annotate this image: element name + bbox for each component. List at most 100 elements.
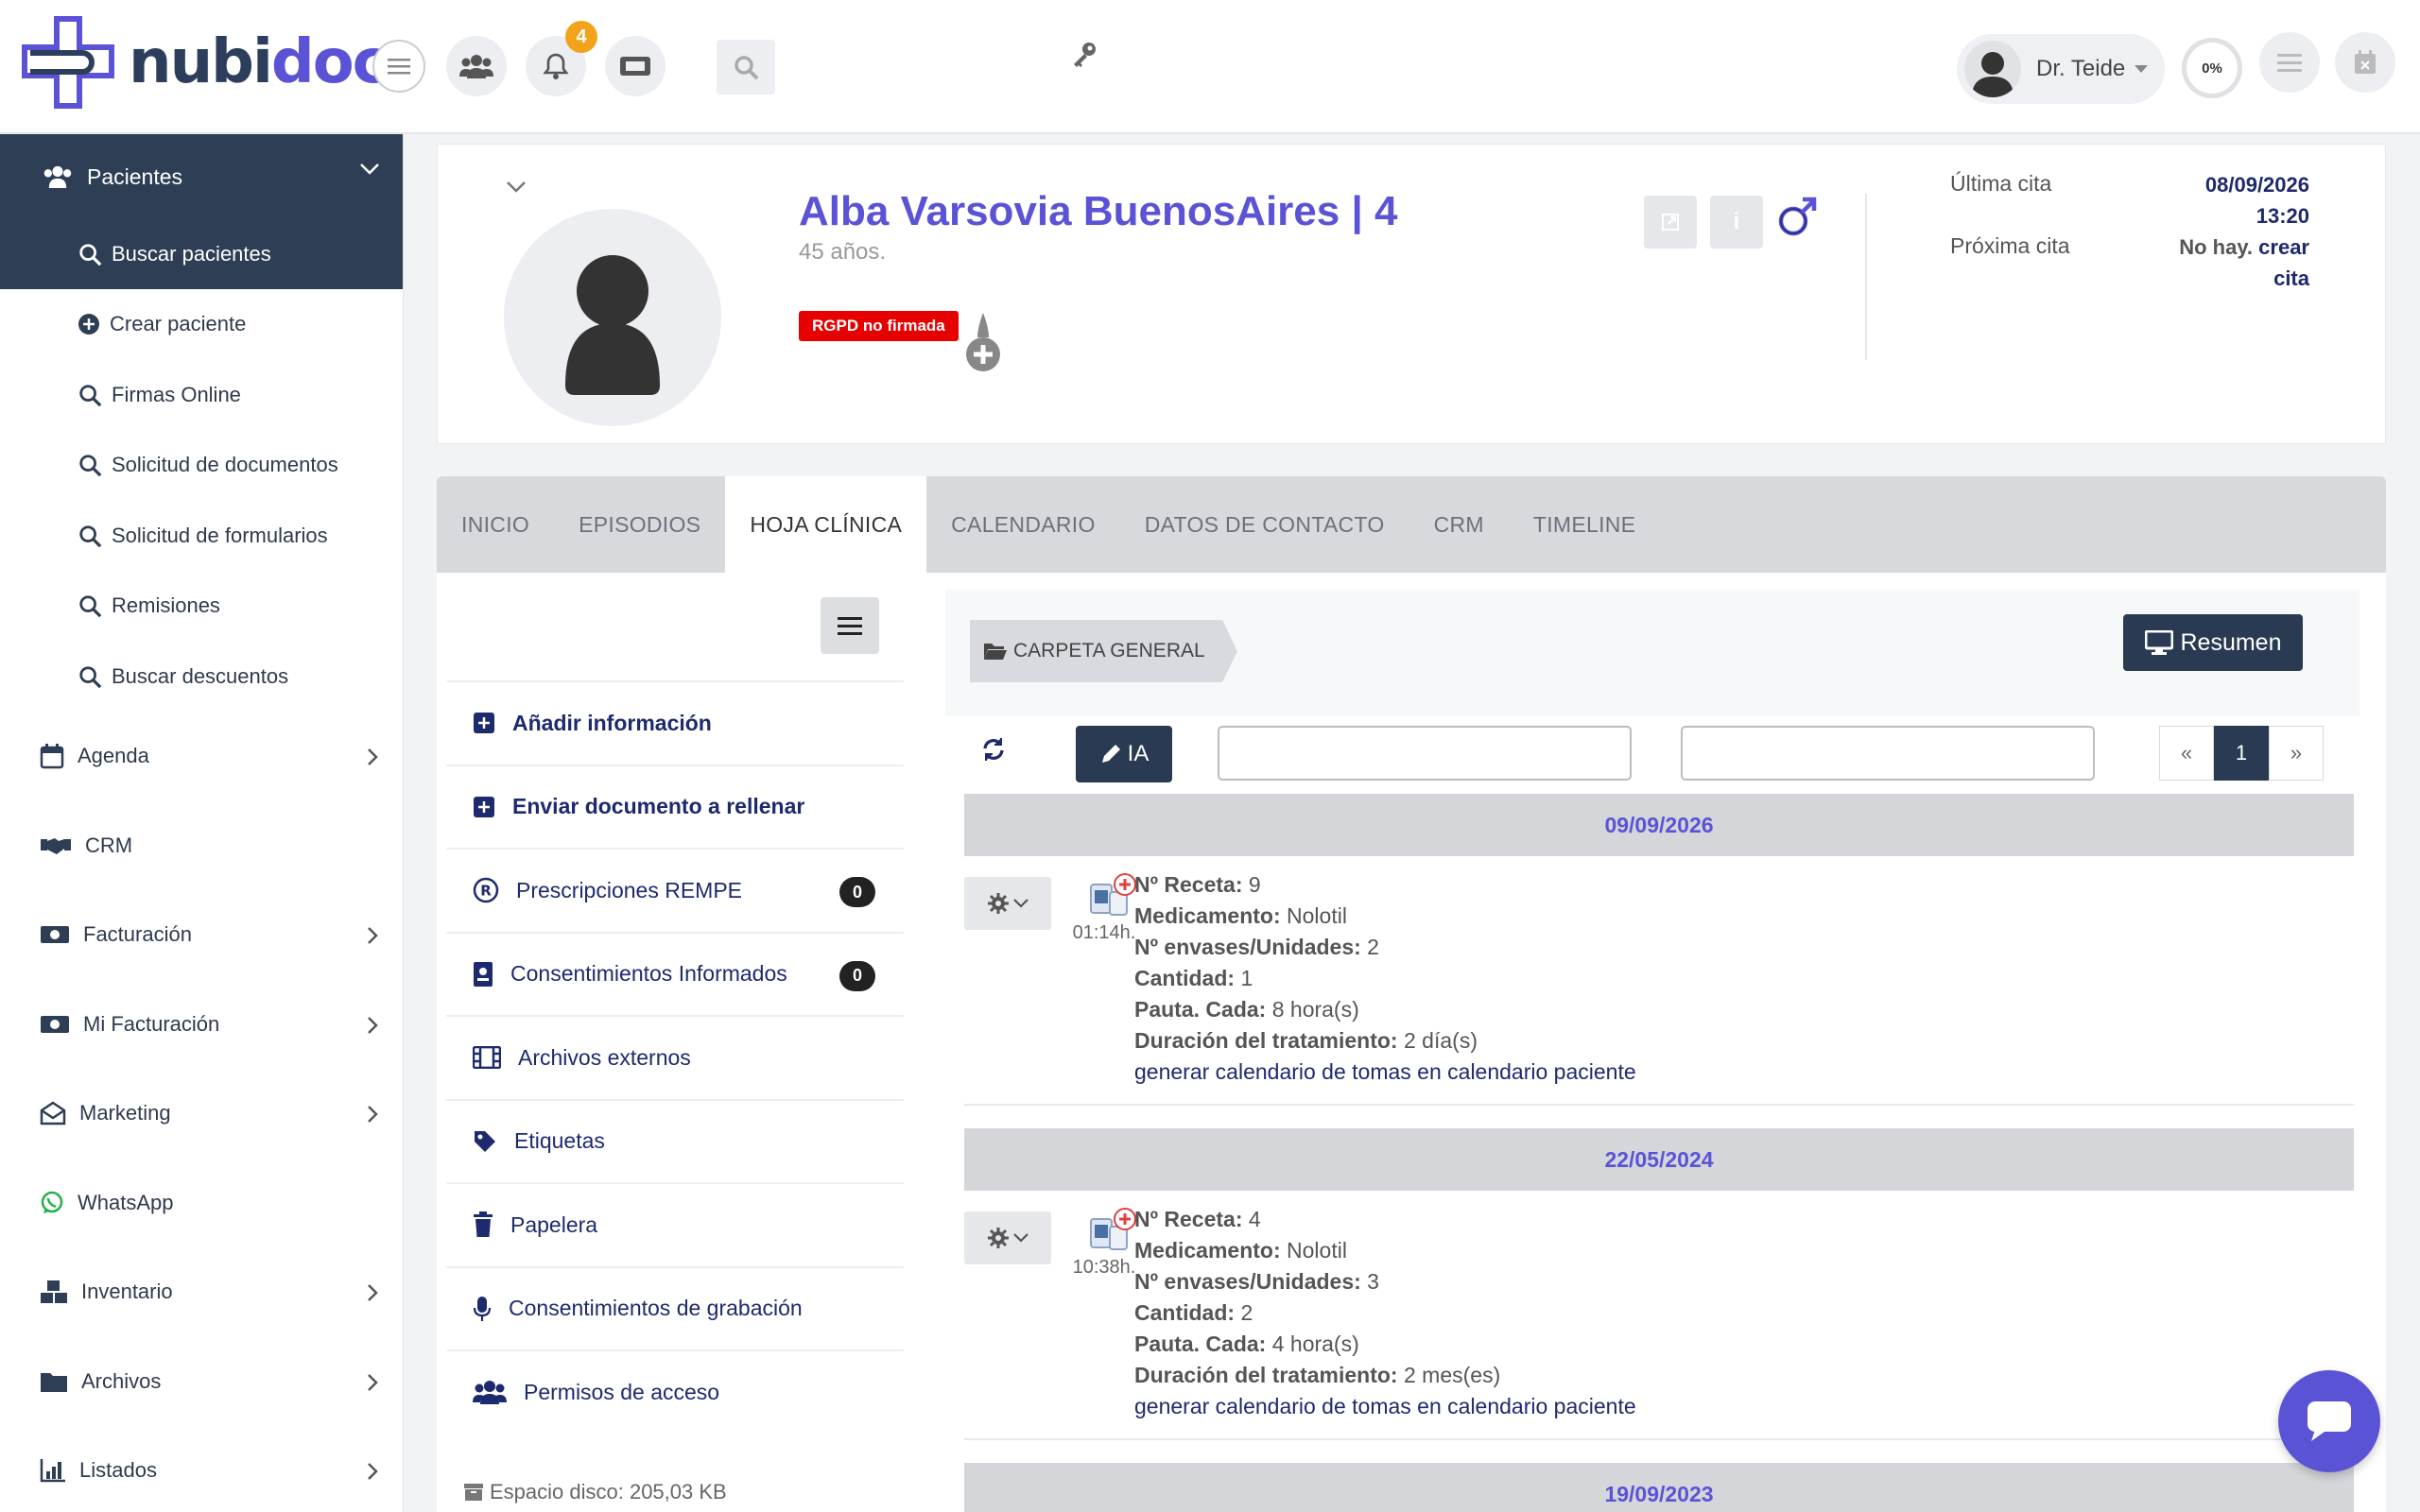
- sidebar-item-facturacion[interactable]: Facturación: [0, 890, 403, 980]
- handshake-icon: [41, 837, 71, 854]
- sidebar-item-solicitud-documentos[interactable]: Solicitud de documentos: [0, 430, 403, 501]
- menu-button[interactable]: [821, 597, 879, 654]
- chevron-down-icon: [1013, 1233, 1028, 1243]
- breadcrumb[interactable]: CARPETA GENERAL: [970, 620, 1237, 682]
- archive-icon: [464, 1484, 483, 1501]
- sidebar-item-whatsapp[interactable]: WhatsApp: [0, 1159, 403, 1248]
- chevron-down-icon[interactable]: [506, 180, 527, 194]
- tickets-button[interactable]: [605, 36, 666, 96]
- generate-calendar-link[interactable]: generar calendario de tomas en calendari…: [1134, 1057, 1636, 1088]
- sidebar-item-solicitud-formularios[interactable]: Solicitud de formularios: [0, 501, 403, 572]
- sidebar-item-agenda[interactable]: Agenda: [0, 712, 403, 801]
- tags-item[interactable]: Etiquetas: [446, 1098, 904, 1183]
- key-icon[interactable]: [1070, 40, 1098, 73]
- chevron-right-icon: [368, 1284, 378, 1301]
- desktop-icon: [2144, 630, 2173, 655]
- ia-button-label: IA: [1127, 741, 1150, 766]
- chevron-down-icon: [2135, 65, 2149, 73]
- user-menu[interactable]: Dr. Teide: [1957, 34, 2165, 104]
- logo[interactable]: nubidoc: [21, 15, 389, 110]
- pager-next[interactable]: »: [2269, 726, 2324, 781]
- ia-button[interactable]: IA: [1076, 726, 1172, 782]
- rgpd-badge[interactable]: RGPD no firmada: [799, 311, 959, 341]
- calendar-button[interactable]: [2335, 32, 2395, 93]
- add-information-item[interactable]: Añadir información: [446, 680, 904, 765]
- sidebar-item-buscar-pacientes[interactable]: Buscar pacientes: [0, 219, 403, 289]
- progress-indicator[interactable]: 0%: [2182, 38, 2242, 98]
- tab-episodios[interactable]: EPISODIOS: [554, 476, 725, 573]
- filter-input-1[interactable]: [1218, 726, 1632, 781]
- search-button[interactable]: [717, 40, 775, 94]
- menu-item-label: Enviar documento a rellenar: [512, 794, 805, 819]
- prescriptions-item[interactable]: R Prescripciones REMPE 0: [446, 848, 904, 932]
- pager-current[interactable]: 1: [2214, 726, 2269, 781]
- search-icon: [79, 595, 102, 618]
- search-icon: [79, 385, 102, 407]
- sidebar-item-remisiones[interactable]: Remisiones: [0, 571, 403, 642]
- sidebar-item-label: Buscar pacientes: [112, 242, 271, 266]
- chat-button[interactable]: [2278, 1370, 2380, 1472]
- plus-circle-icon: [78, 314, 99, 335]
- sidebar-item-archivos[interactable]: Archivos: [0, 1337, 403, 1427]
- info-button[interactable]: i: [1710, 196, 1763, 249]
- sidebar-item-pacientes[interactable]: Pacientes: [0, 134, 403, 219]
- sidebar-item-crm[interactable]: CRM: [0, 801, 403, 891]
- blood-drop-icon[interactable]: [963, 311, 1003, 378]
- external-link-icon: [1662, 214, 1679, 231]
- entry-time: 10:38h.: [1072, 1257, 1136, 1278]
- gear-icon: [988, 1228, 1009, 1248]
- informed-consents-item[interactable]: Consentimientos Informados 0: [446, 931, 904, 1016]
- field-label: Nº envases/Unidades:: [1134, 935, 1361, 959]
- list-button[interactable]: [2259, 32, 2320, 93]
- create-appointment-link-2[interactable]: cita: [2179, 263, 2309, 294]
- sidebar-item-mi-facturacion[interactable]: Mi Facturación: [0, 980, 403, 1070]
- list-icon: [2277, 54, 2302, 72]
- sidebar-item-crear-paciente[interactable]: Crear paciente: [0, 289, 403, 360]
- prescription-details: Nº Receta: 4 Medicamento: Nolotil Nº env…: [1134, 1204, 1636, 1422]
- users-icon: [473, 1381, 507, 1405]
- summary-button-label: Resumen: [2180, 628, 2282, 656]
- search-icon: [79, 455, 102, 477]
- entry-options-button[interactable]: [964, 877, 1051, 930]
- tab-calendario[interactable]: CALENDARIO: [926, 476, 1120, 573]
- sidebar-toggle-button[interactable]: [372, 40, 425, 93]
- sidebar: Pacientes Buscar pacientes Crear pacient…: [0, 134, 404, 1512]
- filter-input-2[interactable]: [1681, 726, 2095, 781]
- patient-tabs: INICIO EPISODIOS HOJA CLÍNICA CALENDARIO…: [437, 476, 2386, 573]
- patients-button[interactable]: [446, 36, 507, 96]
- recording-consents-item[interactable]: Consentimientos de grabación: [446, 1265, 904, 1350]
- external-link-button[interactable]: [1644, 196, 1697, 249]
- send-document-item[interactable]: Enviar documento a rellenar: [446, 764, 904, 849]
- sidebar-section-label: Pacientes: [87, 163, 183, 189]
- receta-value: 9: [1248, 872, 1261, 897]
- tab-timeline[interactable]: TIMELINE: [1509, 476, 1660, 573]
- folder-open-icon: [984, 644, 1007, 660]
- access-permissions-item[interactable]: Permisos de acceso: [446, 1349, 904, 1434]
- date-header: 22/05/2024: [964, 1128, 2354, 1191]
- sidebar-item-listados[interactable]: Listados: [0, 1426, 403, 1512]
- summary-button[interactable]: Resumen: [2123, 614, 2303, 671]
- field-label: Cantidad:: [1134, 966, 1236, 990]
- sidebar-item-buscar-descuentos[interactable]: Buscar descuentos: [0, 642, 403, 713]
- generate-calendar-link[interactable]: generar calendario de tomas en calendari…: [1134, 1391, 1636, 1422]
- field-label: Pauta. Cada:: [1134, 1332, 1267, 1356]
- external-files-item[interactable]: Archivos externos: [446, 1015, 904, 1099]
- tab-inicio[interactable]: INICIO: [437, 476, 554, 573]
- sidebar-item-firmas-online[interactable]: Firmas Online: [0, 360, 403, 431]
- trash-item[interactable]: Papelera: [446, 1182, 904, 1266]
- tab-datos-contacto[interactable]: DATOS DE CONTACTO: [1120, 476, 1409, 573]
- tab-hoja-clinica[interactable]: HOJA CLÍNICA: [725, 476, 927, 573]
- patient-avatar[interactable]: [504, 209, 721, 426]
- sidebar-item-inventario[interactable]: Inventario: [0, 1247, 403, 1337]
- pager-prev[interactable]: «: [2159, 726, 2214, 781]
- medicamento-value: Nolotil: [1287, 903, 1347, 928]
- sidebar-item-label: Facturación: [83, 922, 192, 947]
- sidebar-item-marketing[interactable]: Marketing: [0, 1069, 403, 1159]
- last-appointment-value[interactable]: 08/09/2026 13:20: [2205, 169, 2309, 232]
- create-appointment-link[interactable]: crear: [2258, 235, 2309, 259]
- sidebar-item-label: Mi Facturación: [83, 1011, 220, 1036]
- entry-options-button[interactable]: [964, 1211, 1051, 1264]
- tab-crm[interactable]: CRM: [1409, 476, 1509, 573]
- refresh-icon[interactable]: [979, 735, 1008, 764]
- folder-panel: CARPETA GENERAL Resumen IA « 1 » 09/09/2…: [945, 590, 2360, 1512]
